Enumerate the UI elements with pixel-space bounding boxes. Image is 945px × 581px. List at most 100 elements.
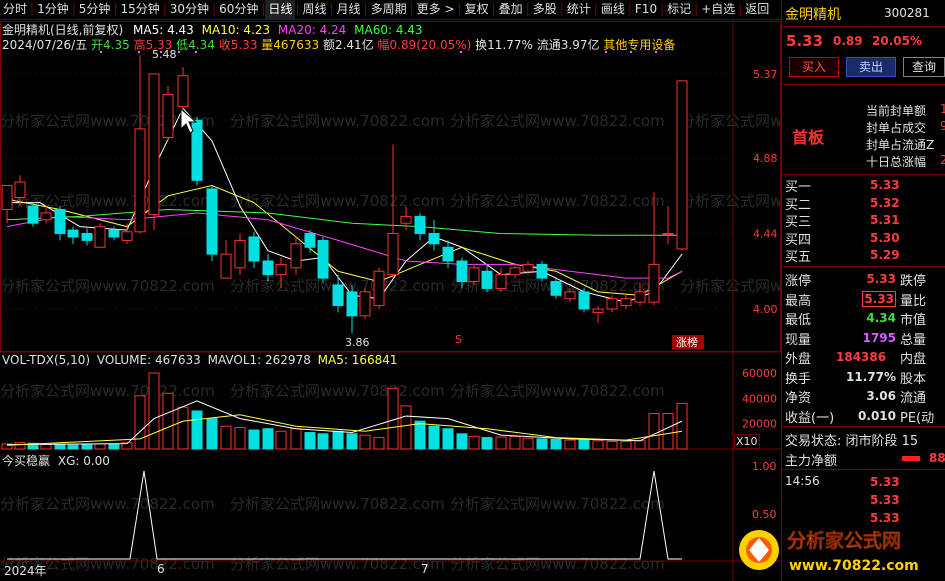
toolbar-item[interactable]: F10 (632, 0, 660, 19)
candle-body (67, 229, 79, 238)
volume-unit-label: X10 (734, 434, 760, 449)
volume-bar (248, 429, 260, 450)
candle-body (592, 308, 604, 313)
site-logo: 分析家公式网 www.70822.com (739, 529, 919, 574)
toolbar-item[interactable]: 返回 (742, 0, 772, 19)
indicator-panel-header: 今买稳赢 XG: 0.00 (2, 452, 110, 469)
open-value: 开4.35 (91, 38, 130, 52)
toolbar-item[interactable]: 30分钟 (167, 0, 212, 19)
volume-bar (191, 410, 203, 450)
buy-button[interactable]: 买入 (789, 57, 839, 77)
watermark-text: 分析家公式网www.70822.com (450, 382, 665, 400)
stat-label-secondary: 跌停 (900, 274, 927, 289)
toolbar-item[interactable]: 周线 (299, 0, 329, 19)
toolbar-item[interactable]: 5分钟 (76, 0, 114, 19)
stat-label: 现量 (785, 332, 812, 348)
divider (782, 469, 945, 470)
candle-body (94, 226, 106, 248)
stat-label: 涨停 (785, 274, 812, 289)
high-value: 高5.33 (133, 38, 173, 52)
chart-area[interactable]: 分析家公式网www.70822.com 分析家公式网www.70822.com 分析… (0, 21, 781, 581)
bid-level-price: 5.32 (870, 195, 900, 210)
volume-axis-label: 60000 (742, 367, 777, 380)
toolbar-item[interactable]: 分时 (0, 0, 30, 19)
main-flow-bar (902, 456, 920, 461)
bid-level-label: 买四 (785, 232, 812, 248)
candle-body (400, 215, 412, 224)
date-axis: 2024年 6 7 (0, 562, 781, 581)
watermark-text: 分析家公式网www.70822.com (230, 382, 445, 400)
candle-body (676, 80, 688, 250)
candle-body (134, 128, 146, 233)
candle-body (275, 263, 287, 276)
volume-bar (332, 430, 344, 450)
toolbar-item[interactable]: 更多 > (414, 0, 458, 19)
volume-bar (676, 402, 688, 450)
volume-bar (414, 420, 426, 450)
volume-bar (346, 433, 358, 450)
sell-button[interactable]: 卖出 (846, 57, 896, 77)
candle-body (550, 281, 562, 296)
volume-bar (162, 392, 174, 450)
watermark-text: 分析家公式网www.70822.com (450, 192, 665, 210)
query-button[interactable]: 查询 (903, 57, 945, 77)
candle-body (620, 298, 632, 307)
divider (782, 26, 945, 27)
watermark-layer: 分析家公式网www.70822.com 分析家公式网www.70822.com 分析… (0, 112, 781, 573)
stat-value: 1795 (846, 331, 896, 345)
toolbar-item[interactable]: 标记 (664, 0, 694, 19)
watermark-text: 分析家公式网www.70822.com (680, 192, 781, 210)
candle-body (495, 274, 507, 289)
xg-label: XG: 0.00 (57, 454, 110, 468)
toolbar-item[interactable]: 画线 (598, 0, 628, 19)
candle-body (346, 291, 358, 317)
toolbar-item[interactable]: 叠加 (496, 0, 526, 19)
toolbar-item[interactable]: 日线 (265, 0, 296, 19)
toolbar-item[interactable]: +自选 (698, 0, 738, 19)
bid-level-price: 5.29 (870, 248, 900, 262)
quote-panel: 金明精机 300281 5.33 0.89 20.05% 买入 卖出 查询 首板… (781, 0, 945, 581)
toolbar-item[interactable]: 统计 (564, 0, 594, 19)
toolbar-item[interactable]: 月线 (334, 0, 364, 19)
candle-body (564, 291, 576, 300)
candle-body (234, 239, 246, 269)
toolbar-item[interactable]: 复权 (462, 0, 492, 19)
stat-value-text: 1795 (862, 330, 896, 345)
candle-body (40, 212, 52, 221)
stat-value: 0.010 (846, 409, 896, 423)
candle-body (456, 260, 468, 283)
volume-bar (304, 432, 316, 450)
sector-value: 其他专用设备 (603, 38, 676, 52)
price-change: 0.89 (833, 34, 863, 48)
ma5-label: MA5: 4.43 (133, 23, 194, 37)
indicator-axis-label: 0.50 (752, 508, 777, 521)
toolbar-item[interactable]: 1分钟 (34, 0, 72, 19)
stat-label: 收益(一) (785, 410, 835, 426)
volume-bar (14, 442, 26, 450)
toolbar-item[interactable]: 多周期 (368, 0, 410, 19)
toolbar-item[interactable]: 60分钟 (216, 0, 261, 19)
watermark-text: 分析家公式网www.70822.com (230, 112, 445, 130)
stat-value-text: 4.34 (866, 311, 896, 325)
low-marker: 3.86 (345, 336, 370, 349)
stock-code: 300281 (884, 6, 930, 20)
stat-label: 最低 (785, 313, 812, 328)
volume-bar (578, 439, 590, 450)
volume-bar (177, 406, 189, 450)
stat-label-secondary: 市值 (900, 313, 927, 328)
bid-level-label: 买二 (785, 197, 812, 213)
watermark-text: 分析家公式网www.70822.com (450, 495, 665, 513)
candle-body (148, 73, 160, 216)
last-price: 5.33 (786, 32, 824, 50)
price-change-pct: 20.05% (872, 34, 922, 48)
volume-bar (509, 435, 521, 450)
vol-ma5-label: MA5: 166841 (317, 353, 398, 367)
stat-value: 5.33 (846, 290, 896, 307)
volume-bar (592, 440, 604, 450)
xg-signal-line (7, 470, 682, 560)
volume-bar (108, 443, 120, 450)
price-axis-label: 4.88 (753, 152, 778, 165)
candle-body (290, 243, 302, 269)
toolbar-item[interactable]: 15分钟 (117, 0, 162, 19)
toolbar-item[interactable]: 多股 (530, 0, 560, 19)
